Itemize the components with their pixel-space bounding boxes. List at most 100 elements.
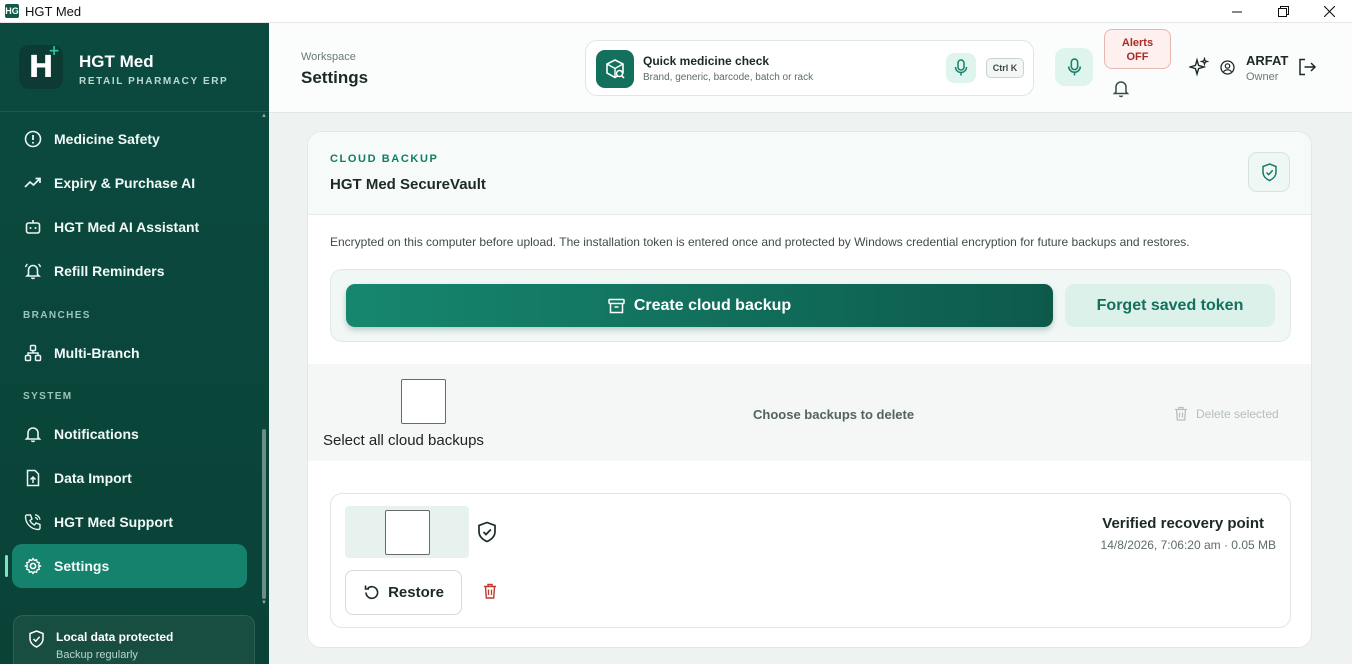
sidebar-item-label: Medicine Safety [54, 131, 160, 147]
bell-icon [1112, 81, 1130, 98]
backup-item-meta: 14/8/2026, 7:06:20 am · 0.05 MB [1100, 538, 1276, 552]
scroll-down-arrow[interactable]: ▼ [261, 600, 267, 606]
select-all-checkbox[interactable] [401, 379, 446, 424]
cloud-backup-card: CLOUD BACKUP HGT Med SecureVault Encrypt… [307, 131, 1312, 648]
quick-voice-button[interactable] [946, 53, 976, 83]
restore-button[interactable]: Restore [345, 570, 462, 615]
user-role: Owner [1246, 71, 1279, 83]
sidebar-item-medicine-safety[interactable]: Medicine Safety [12, 119, 247, 159]
shortcut-hint: Ctrl K [986, 58, 1024, 78]
restore-window-icon [1277, 6, 1289, 17]
user-name: ARFAT [1246, 53, 1289, 68]
close-window-button[interactable] [1306, 0, 1352, 23]
shield-check-icon [1261, 162, 1277, 181]
scroll-thumb[interactable] [262, 429, 266, 599]
window-titlebar: HG HGT Med [0, 0, 1352, 23]
minimize-button[interactable] [1214, 0, 1260, 23]
bell-ring-icon [23, 261, 43, 281]
logout-icon [1299, 58, 1317, 76]
sidebar: H + HGT Med RETAIL PHARMACY ERP Medicine… [0, 23, 269, 664]
user-avatar[interactable] [1220, 60, 1235, 80]
user-circle-icon [1220, 60, 1235, 75]
choose-backups-hint: Choose backups to delete [753, 407, 915, 422]
archive-icon [608, 298, 625, 314]
restore-window-button[interactable] [1260, 0, 1306, 23]
top-header: Workspace Settings Quick medicine check … [269, 23, 1352, 113]
ai-sparkle-button[interactable] [1187, 56, 1210, 82]
card-title: HGT Med SecureVault [330, 176, 486, 193]
gear-icon [23, 556, 43, 576]
breadcrumb: Workspace [301, 51, 356, 63]
network-icon [23, 343, 43, 363]
alerts-state: OFF [1126, 51, 1149, 63]
restore-label: Restore [388, 584, 444, 601]
sidebar-item-support[interactable]: HGT Med Support [12, 502, 247, 542]
backup-actions-panel: Create cloud backup Forget saved token [330, 269, 1291, 342]
notifications-bell-button[interactable] [1112, 79, 1130, 103]
page-title: Settings [301, 68, 369, 87]
sidebar-item-label: Data Import [54, 470, 132, 486]
sidebar-item-data-import[interactable]: Data Import [12, 458, 247, 498]
delete-selected-button[interactable]: Delete selected [1174, 406, 1279, 421]
alert-circle-icon [23, 129, 43, 149]
vault-shield-badge [1248, 152, 1290, 192]
trash-icon [1174, 406, 1188, 421]
section-label-branches: BRANCHES [23, 310, 91, 321]
backup-item-title: Verified recovery point [1102, 515, 1264, 532]
sidebar-item-refill-reminders[interactable]: Refill Reminders [12, 251, 247, 291]
backup-list-item: Verified recovery point 14/8/2026, 7:06:… [330, 493, 1291, 628]
verified-shield-icon [477, 521, 497, 548]
quick-medicine-check-search[interactable]: Quick medicine check Brand, generic, bar… [585, 40, 1034, 96]
package-search-icon [596, 50, 634, 88]
trending-up-icon [23, 173, 43, 193]
bulk-select-bar: Select all cloud backups Choose backups … [308, 364, 1311, 461]
sidebar-scrollbar[interactable]: ▲ ▼ [261, 113, 267, 606]
bot-icon [23, 217, 43, 237]
create-cloud-backup-button[interactable]: Create cloud backup [346, 284, 1053, 327]
file-upload-icon [23, 468, 43, 488]
sidebar-item-label: Multi-Branch [54, 345, 140, 361]
sidebar-item-label: Refill Reminders [54, 263, 165, 279]
sidebar-item-ai-assistant[interactable]: HGT Med AI Assistant [12, 207, 247, 247]
brand-logo: H + [19, 43, 63, 89]
voice-command-button[interactable] [1055, 48, 1093, 86]
item-select-checkbox[interactable] [385, 510, 430, 555]
quick-check-title: Quick medicine check [643, 54, 770, 68]
card-header: CLOUD BACKUP HGT Med SecureVault [308, 132, 1311, 215]
scroll-up-arrow[interactable]: ▲ [261, 113, 267, 119]
local-data-status-card: Local data protected Backup regularly [13, 615, 255, 664]
alerts-label: Alerts [1121, 37, 1154, 49]
protect-subtitle: Backup regularly [56, 649, 138, 661]
alerts-toggle[interactable]: Alerts OFF [1104, 29, 1171, 69]
rotate-ccw-icon [363, 584, 380, 601]
microphone-icon [1067, 57, 1081, 75]
sidebar-item-notifications[interactable]: Notifications [12, 414, 247, 454]
brand-subtitle: RETAIL PHARMACY ERP [79, 76, 229, 87]
sparkles-icon [1187, 56, 1210, 77]
sidebar-item-label: HGT Med Support [54, 514, 173, 530]
microphone-icon [954, 59, 968, 76]
sidebar-item-label: HGT Med AI Assistant [54, 219, 200, 235]
logout-button[interactable] [1297, 57, 1317, 82]
minimize-icon [1232, 11, 1242, 12]
trash-icon [484, 583, 496, 599]
forget-saved-token-button[interactable]: Forget saved token [1065, 284, 1275, 327]
sidebar-item-multi-branch[interactable]: Multi-Branch [12, 333, 247, 373]
delete-selected-label: Delete selected [1196, 406, 1279, 421]
delete-backup-button[interactable] [483, 583, 497, 604]
brand-header: H + HGT Med RETAIL PHARMACY ERP [0, 23, 269, 112]
protect-title: Local data protected [56, 630, 174, 644]
brand-logo-plus: + [48, 43, 60, 59]
sidebar-item-label: Settings [54, 558, 110, 574]
sidebar-item-expiry-purchase-ai[interactable]: Expiry & Purchase AI [12, 163, 247, 203]
section-label-system: SYSTEM [23, 391, 73, 402]
brand-name: HGT Med [79, 52, 154, 71]
close-icon [1323, 6, 1335, 17]
sidebar-item-settings[interactable]: Settings [12, 544, 247, 588]
active-indicator [5, 555, 8, 577]
phone-icon [23, 512, 43, 532]
item-checkbox-wrapper [345, 506, 469, 558]
bell-icon [23, 424, 43, 444]
sidebar-item-label: Notifications [54, 426, 139, 442]
app-icon: HG [5, 4, 19, 18]
